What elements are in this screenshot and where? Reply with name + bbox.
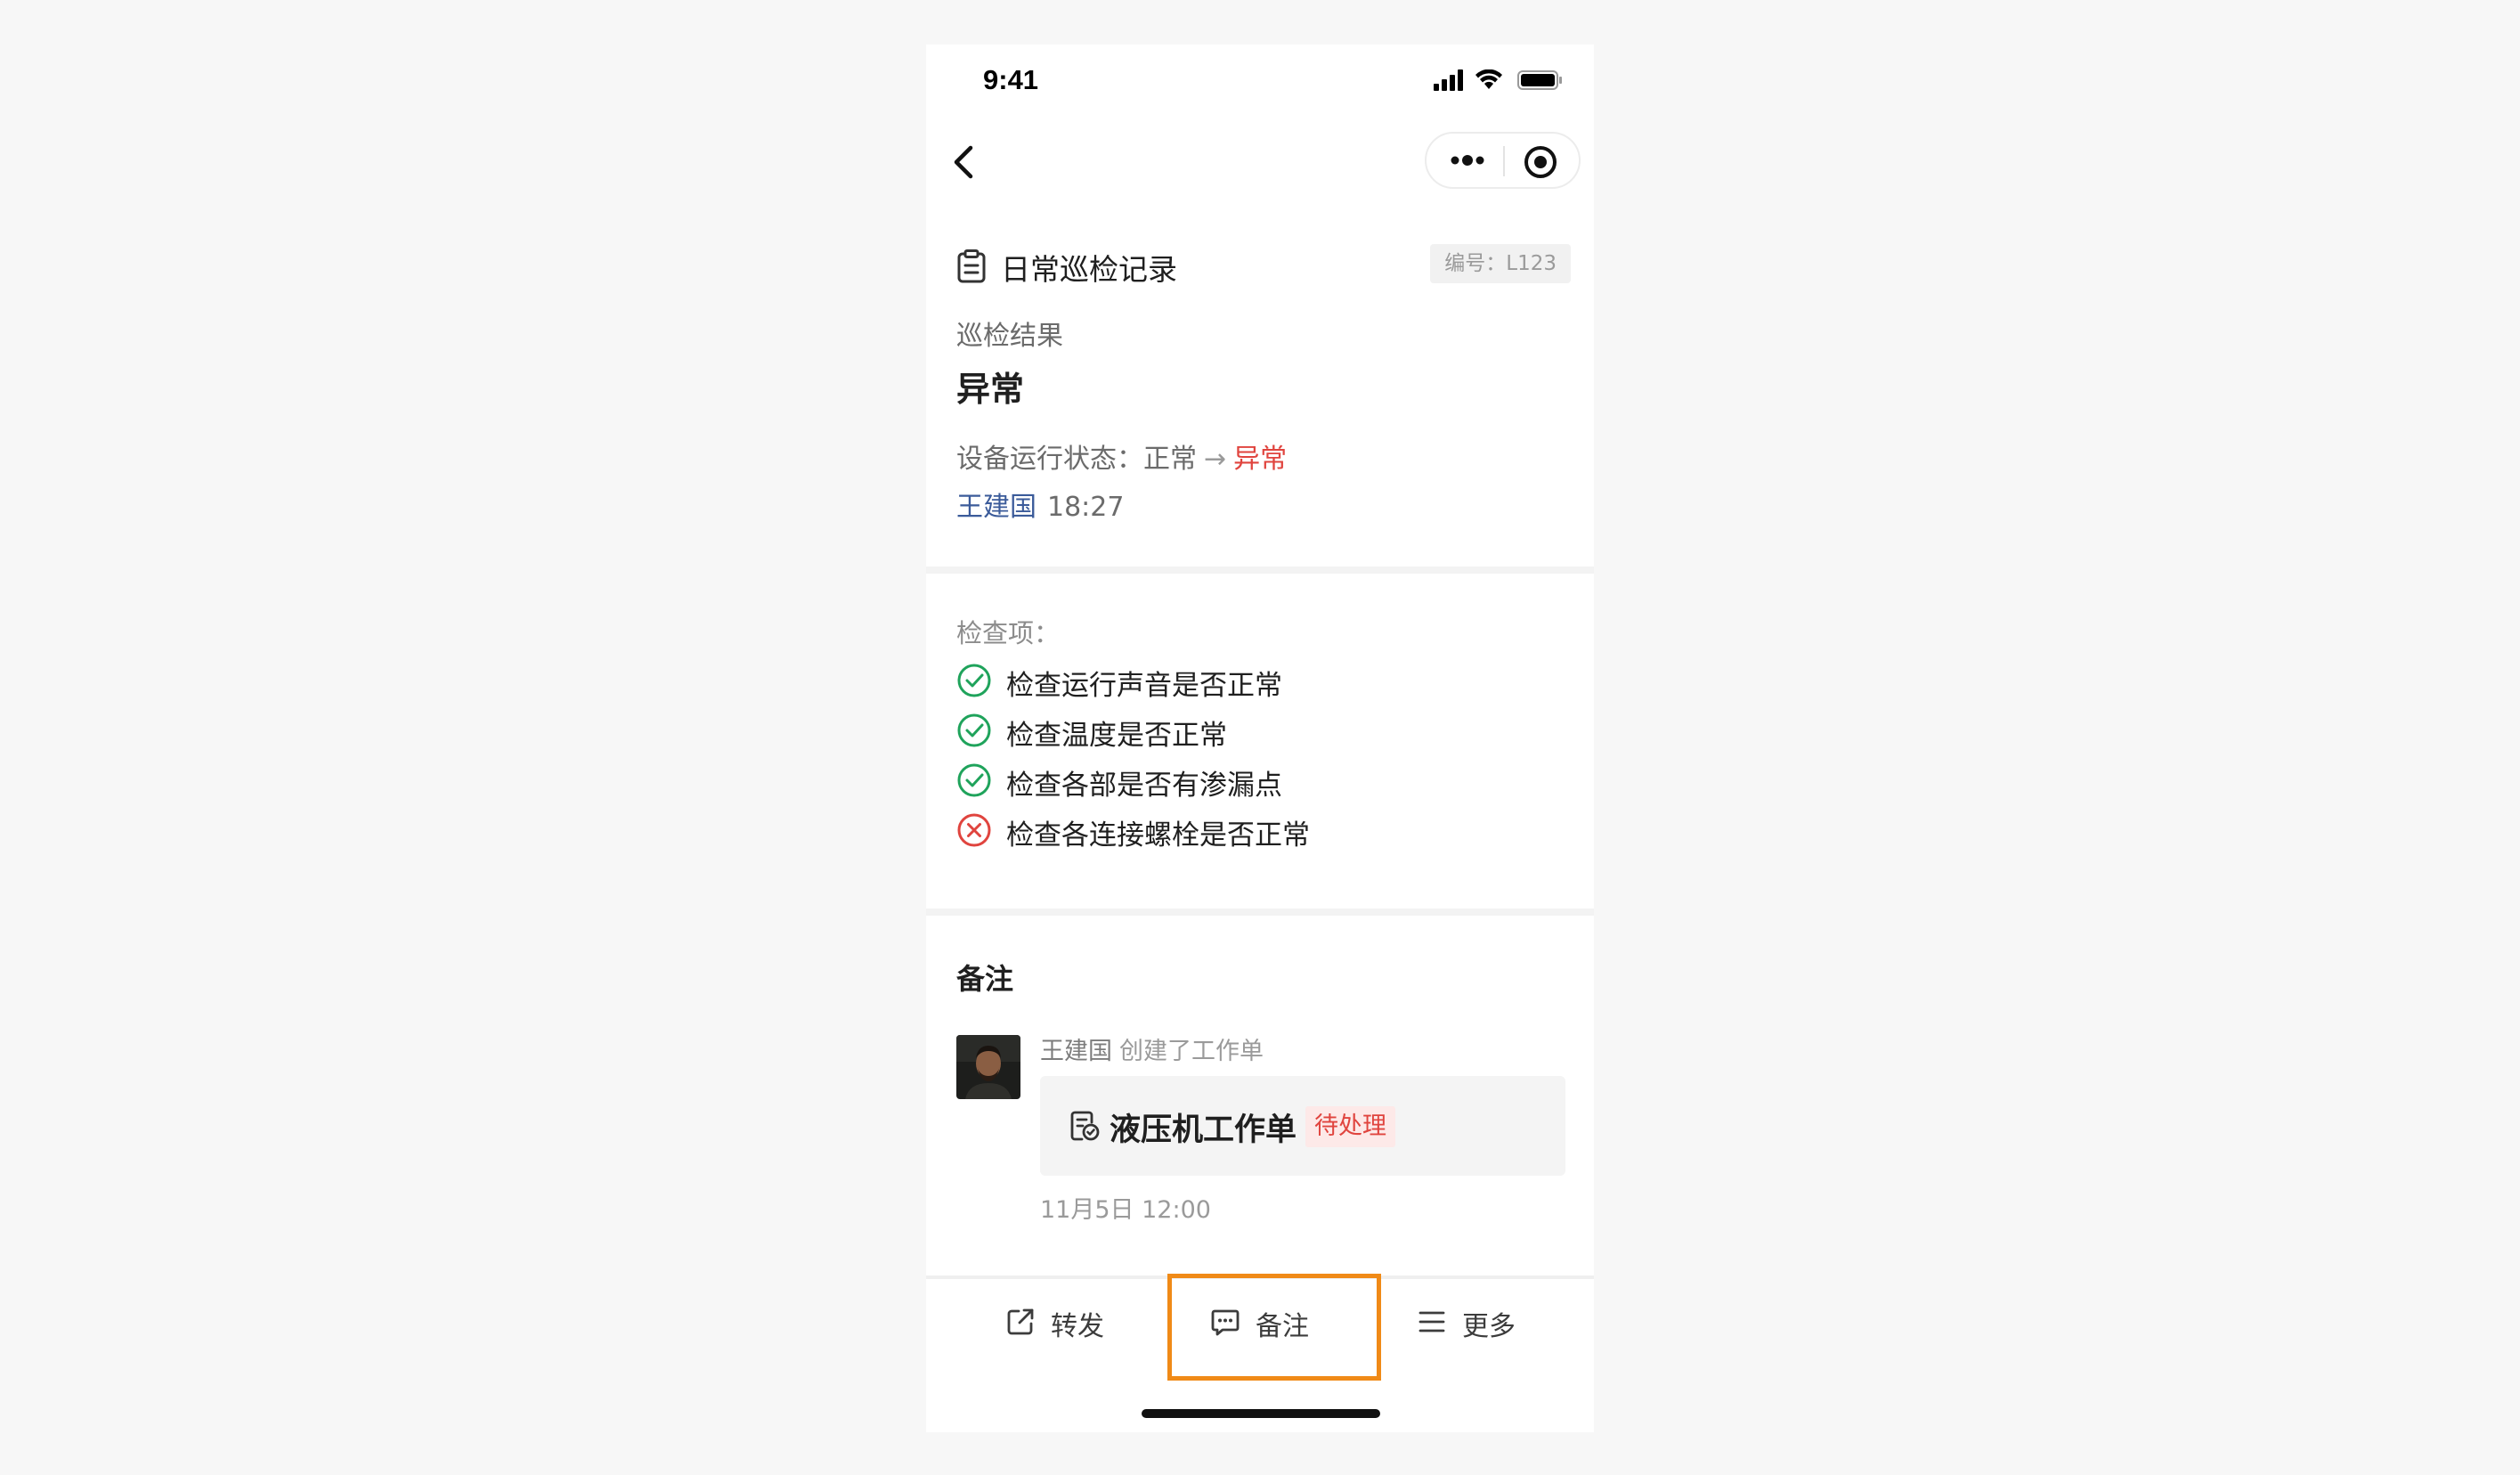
avatar[interactable] — [956, 1035, 1020, 1099]
checklist-label: 检查项： — [956, 618, 1061, 648]
notes-section-title: 备注 — [956, 962, 1014, 996]
device-status-prefix: 设备运行状态： — [956, 444, 1143, 475]
highlight-box — [1167, 1274, 1381, 1381]
check-circle-icon — [957, 664, 991, 697]
x-circle-icon — [957, 813, 991, 847]
target-icon — [1524, 146, 1557, 178]
work-order-title: 液压机工作单 — [1110, 1112, 1297, 1148]
result-label: 巡检结果 — [956, 321, 1063, 352]
record-title-row: 日常巡检记录 编号：L123 — [956, 242, 1571, 287]
clipboard-icon — [957, 249, 986, 283]
signal-icon — [1434, 69, 1463, 91]
note-time: 11月5日 12:00 — [1040, 1196, 1211, 1224]
checklist-item: 检查各部是否有渗漏点 — [956, 759, 1571, 809]
note-meta: 王建国 创建了工作单 — [1040, 1031, 1264, 1066]
check-circle-icon — [957, 763, 991, 797]
checklist-item: 检查各连接螺栓是否正常 — [956, 809, 1571, 859]
serial-badge: 编号：L123 — [1430, 244, 1571, 283]
forward-button[interactable]: 转发 — [1004, 1292, 1120, 1354]
page-title: 日常巡检记录 — [1001, 252, 1177, 287]
note-action: 创建了工作单 — [1119, 1038, 1264, 1065]
miniprogram-capsule — [1425, 132, 1581, 189]
author-row: 王建国 18:27 — [956, 485, 1124, 524]
back-button[interactable] — [944, 137, 988, 187]
device-status-from: 正常 — [1143, 444, 1197, 475]
close-miniprogram-button[interactable] — [1521, 143, 1560, 182]
status-badge: 待处理 — [1305, 1106, 1395, 1147]
forward-label: 转发 — [1051, 1311, 1104, 1342]
battery-icon — [1517, 70, 1562, 90]
device-status-row: 设备运行状态：正常 → 异常 — [956, 436, 1287, 476]
checklist-item-text: 检查各连接螺栓是否正常 — [1006, 819, 1310, 852]
menu-icon — [1419, 1311, 1445, 1332]
more-dots-button[interactable] — [1443, 143, 1492, 178]
phone-screen: 9:41 日常巡检记录 编号：L123 巡检结果 异常 设备运行状态：正常 → … — [926, 45, 1594, 1432]
more-button[interactable]: 更多 — [1416, 1292, 1532, 1354]
status-time: 9:41 — [983, 64, 1039, 95]
more-dots-icon — [1451, 155, 1484, 166]
more-label: 更多 — [1462, 1311, 1516, 1342]
work-order-card[interactable]: 液压机工作单 待处理 — [1040, 1076, 1565, 1176]
check-circle-icon — [957, 713, 991, 747]
author-name[interactable]: 王建国 — [956, 492, 1036, 523]
chevron-left-icon — [954, 145, 973, 179]
device-status-to: 异常 — [1233, 444, 1288, 475]
share-icon — [1007, 1308, 1034, 1335]
note-author[interactable]: 王建国 — [1040, 1038, 1112, 1065]
record-time: 18:27 — [1047, 492, 1125, 523]
arrow-right-icon: → — [1204, 444, 1227, 475]
user-photo — [956, 1035, 1020, 1099]
section-divider — [926, 566, 1594, 574]
document-check-icon — [1070, 1111, 1100, 1141]
checklist-item-text: 检查各部是否有渗漏点 — [1006, 770, 1282, 802]
wifi-icon — [1475, 69, 1502, 89]
checklist: 检查运行声音是否正常 检查温度是否正常 检查各部是否有渗漏点 检查各连接螺栓是否… — [956, 659, 1571, 859]
result-value: 异常 — [956, 370, 1025, 409]
capsule-divider — [1503, 146, 1505, 176]
home-indicator[interactable] — [1142, 1409, 1380, 1418]
checklist-item-text: 检查运行声音是否正常 — [1006, 670, 1282, 702]
checklist-item-text: 检查温度是否正常 — [1006, 720, 1227, 752]
checklist-item: 检查温度是否正常 — [956, 709, 1571, 759]
section-divider — [926, 909, 1594, 916]
checklist-item: 检查运行声音是否正常 — [956, 659, 1571, 709]
